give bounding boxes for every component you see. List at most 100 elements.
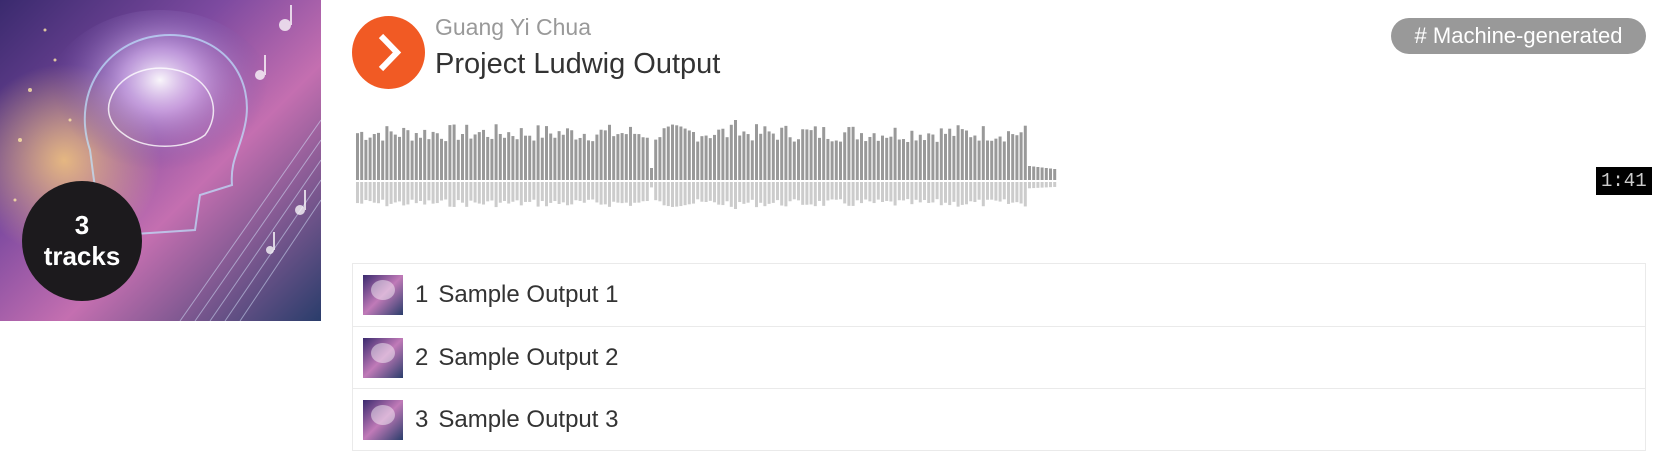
waveform-reflection-bar <box>461 182 464 203</box>
waveform-reflection-bar <box>406 182 410 205</box>
track-row[interactable]: 3 Sample Output 3 <box>353 388 1645 450</box>
waveform-bar <box>658 137 662 180</box>
waveform-bar <box>906 141 910 180</box>
waveform-reflection-bar <box>960 182 964 205</box>
waveform-bar <box>624 134 628 180</box>
waveform-bar <box>490 138 494 180</box>
waveform-bar <box>406 130 410 180</box>
artist-name[interactable]: Guang Yi Chua <box>435 14 591 41</box>
waveform-bar <box>897 139 901 180</box>
waveform-reflection-bar <box>977 182 981 200</box>
waveform-reflection-bar <box>532 182 536 200</box>
waveform-reflection-bar <box>986 182 989 200</box>
waveform[interactable] <box>356 120 1646 230</box>
waveform-bar <box>918 134 922 180</box>
waveform-bar <box>662 128 666 180</box>
waveform-bar <box>675 125 679 180</box>
waveform-reflection-bar <box>889 182 893 202</box>
waveform-reflection-bar <box>813 182 817 207</box>
track-title[interactable]: Sample Output 2 <box>438 344 618 372</box>
waveform-bar <box>633 133 637 180</box>
play-icon <box>378 33 402 72</box>
waveform-bar <box>973 135 977 180</box>
waveform-bar <box>872 133 876 180</box>
waveform-bar <box>540 137 544 180</box>
playlist-title[interactable]: Project Ludwig Output <box>435 48 720 81</box>
waveform-reflection-bar <box>750 182 754 200</box>
waveform-bar <box>860 133 863 180</box>
waveform-bar <box>851 126 855 180</box>
track-row[interactable]: 1 Sample Output 1 <box>353 264 1645 326</box>
waveform-bar <box>461 134 464 180</box>
waveform-reflection-bar <box>368 182 372 202</box>
waveform-bar <box>448 125 452 180</box>
track-title[interactable]: Sample Output 3 <box>438 406 618 434</box>
waveform-bar <box>574 139 578 180</box>
waveform-bar <box>519 128 523 180</box>
waveform-bar <box>515 139 519 180</box>
waveform-bar <box>931 134 935 180</box>
track-title[interactable]: Sample Output 1 <box>438 281 618 309</box>
waveform-bar <box>582 133 586 180</box>
waveform-bar <box>1036 167 1040 180</box>
waveform-bar <box>368 137 372 180</box>
waveform-reflection-bar <box>645 182 649 202</box>
waveform-reflection-bar <box>427 182 431 201</box>
waveform-reflection-bar <box>692 182 695 204</box>
waveform-bar <box>956 125 960 180</box>
waveform-reflection-bar <box>372 182 376 203</box>
waveform-bar <box>780 127 784 180</box>
waveform-reflection-bar <box>830 182 834 200</box>
waveform-bar <box>713 134 716 180</box>
waveform-reflection-bar <box>456 182 460 201</box>
waveform-bar <box>696 141 700 180</box>
waveform-bar <box>965 130 968 180</box>
waveform-bar <box>608 124 611 180</box>
waveform-reflection-bar <box>566 182 569 206</box>
waveform-bar <box>1028 166 1031 180</box>
waveform-bar <box>498 133 502 180</box>
waveform-bar <box>855 139 859 180</box>
waveform-reflection-bar <box>633 182 637 203</box>
waveform-reflection-bar <box>490 182 494 201</box>
waveform-bar <box>473 134 477 180</box>
waveform-bar <box>679 126 683 180</box>
waveform-bar <box>620 133 624 180</box>
waveform-reflection-bar <box>990 182 994 200</box>
waveform-reflection-bar <box>683 182 687 206</box>
waveform-reflection-bar <box>637 182 641 203</box>
waveform-reflection-bar <box>734 182 737 209</box>
waveform-reflection-bar <box>1011 182 1015 203</box>
waveform-reflection-bar <box>721 182 725 206</box>
waveform-reflection-bar <box>599 182 603 205</box>
playlist-artwork[interactable]: 3 tracks <box>0 0 321 321</box>
waveform-reflection-bar <box>935 182 939 200</box>
waveform-bar <box>1040 167 1044 180</box>
track-artwork-thumbnail <box>363 337 403 378</box>
waveform-reflection-bar <box>1002 182 1006 200</box>
waveform-bar <box>767 131 771 180</box>
waveform-reflection-bar <box>763 182 767 207</box>
play-button[interactable] <box>352 16 425 89</box>
waveform-bar <box>389 131 393 180</box>
waveform-reflection-bar <box>410 182 414 200</box>
waveform-bar <box>809 130 813 180</box>
waveform-bar <box>587 140 590 180</box>
genre-tag[interactable]: # Machine-generated <box>1391 18 1646 54</box>
waveform-reflection-bar <box>494 182 498 208</box>
waveform-reflection-bar <box>864 182 868 200</box>
waveform-reflection-bar <box>356 182 359 204</box>
waveform-reflection-bar <box>658 182 662 202</box>
waveform-reflection-bar <box>1044 182 1048 188</box>
waveform-reflection-bar <box>792 182 796 200</box>
waveform-bar <box>776 139 779 180</box>
waveform-reflection-bar <box>444 182 448 200</box>
waveform-bar <box>410 140 414 180</box>
waveform-reflection-bar <box>994 182 998 201</box>
waveform-reflection-bar <box>981 182 985 207</box>
waveform-reflection-bar <box>477 182 481 204</box>
waveform-bar <box>914 140 918 180</box>
waveform-bar <box>826 138 830 180</box>
waveform-reflection-bar <box>553 182 557 202</box>
track-row[interactable]: 2 Sample Output 2 <box>353 326 1645 388</box>
